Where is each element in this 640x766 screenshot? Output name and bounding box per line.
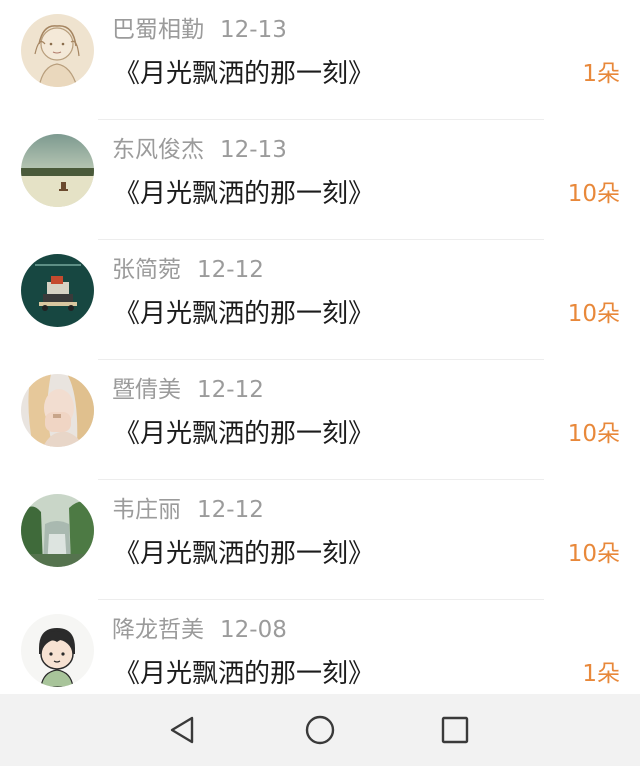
sender-name: 暨倩美 12-12 (112, 374, 264, 406)
sender-name: 巴蜀相勤 12-13 (112, 14, 287, 46)
article-title: 《月光飘洒的那一刻》 (114, 659, 375, 689)
article-title: 《月光飘洒的那一刻》 (114, 539, 375, 569)
sender-name-text: 韦庄丽 (112, 497, 181, 523)
article-title: 《月光飘洒的那一刻》 (114, 419, 375, 449)
avatar-image (21, 374, 94, 447)
list-item[interactable]: 降龙哲美 12-08 《月光飘洒的那一刻》 1朵 (0, 600, 640, 694)
avatar[interactable] (21, 614, 94, 687)
avatar-image (21, 134, 94, 207)
sender-name-text: 降龙哲美 (112, 617, 204, 643)
sender-name-text: 巴蜀相勤 (112, 17, 204, 43)
article-title: 《月光飘洒的那一刻》 (114, 179, 375, 209)
sender-name-text: 暨倩美 (112, 377, 181, 403)
flower-count: 10朵 (567, 421, 620, 447)
gift-record-list: 巴蜀相勤 12-13 《月光飘洒的那一刻》 1朵 东风俊杰 12-13 《月光飘… (0, 0, 640, 694)
sender-name-text: 东风俊杰 (112, 137, 204, 163)
nav-back-button[interactable] (156, 704, 210, 756)
sender-name: 降龙哲美 12-08 (112, 614, 287, 646)
send-date: 12-13 (220, 17, 287, 43)
list-item[interactable]: 张简菀 12-12 《月光飘洒的那一刻》 10朵 (0, 240, 640, 360)
system-navigation-bar (0, 694, 640, 766)
flower-count: 1朵 (582, 661, 620, 687)
send-date: 12-13 (220, 137, 287, 163)
avatar-image (21, 614, 94, 687)
list-item[interactable]: 暨倩美 12-12 《月光飘洒的那一刻》 10朵 (0, 360, 640, 480)
avatar[interactable] (21, 374, 94, 447)
sender-name-text: 张简菀 (112, 257, 181, 283)
article-title: 《月光飘洒的那一刻》 (114, 299, 375, 329)
recents-square-icon (441, 716, 469, 744)
home-circle-icon (305, 715, 335, 745)
send-date: 12-08 (220, 617, 287, 643)
send-date: 12-12 (197, 377, 264, 403)
article-title: 《月光飘洒的那一刻》 (114, 59, 375, 89)
send-date: 12-12 (197, 497, 264, 523)
sender-name: 张简菀 12-12 (112, 254, 264, 286)
avatar-image (21, 494, 94, 567)
flower-count: 10朵 (567, 301, 620, 327)
back-triangle-icon (170, 716, 194, 744)
avatar[interactable] (21, 134, 94, 207)
avatar[interactable] (21, 494, 94, 567)
avatar[interactable] (21, 14, 94, 87)
flower-count: 10朵 (567, 181, 620, 207)
nav-recents-button[interactable] (428, 704, 482, 756)
flower-count: 1朵 (582, 61, 620, 87)
list-item[interactable]: 巴蜀相勤 12-13 《月光飘洒的那一刻》 1朵 (0, 0, 640, 120)
sender-name: 东风俊杰 12-13 (112, 134, 287, 166)
send-date: 12-12 (197, 257, 264, 283)
list-item[interactable]: 韦庄丽 12-12 《月光飘洒的那一刻》 10朵 (0, 480, 640, 600)
list-item[interactable]: 东风俊杰 12-13 《月光飘洒的那一刻》 10朵 (0, 120, 640, 240)
avatar-image (21, 254, 94, 327)
avatar[interactable] (21, 254, 94, 327)
sender-name: 韦庄丽 12-12 (112, 494, 264, 526)
flower-count: 10朵 (567, 541, 620, 567)
nav-home-button[interactable] (293, 704, 347, 756)
avatar-image (21, 14, 94, 87)
